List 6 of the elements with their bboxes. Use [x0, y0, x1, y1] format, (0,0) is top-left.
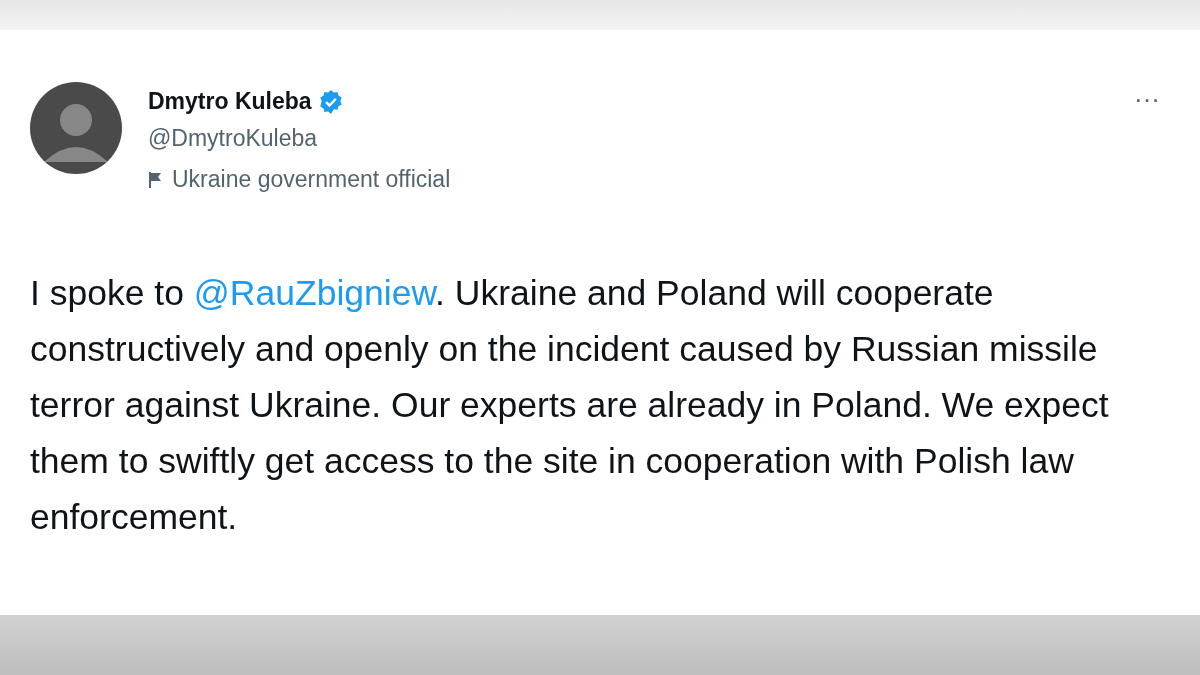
author-name[interactable]: Dmytro Kuleba: [148, 88, 312, 115]
more-menu-button[interactable]: ···: [1124, 84, 1170, 115]
account-label: Ukraine government official: [172, 166, 451, 193]
tweet-text: I spoke to @RauZbigniew. Ukraine and Poland will cooperate constructively and openly on the incident caused by Russian missile terror against Ukraine. Our experts are already in Poland. We expect them to swiftly get access to the site in cooperation with Polish law enforcement.: [30, 272, 1110, 539]
author-handle[interactable]: @DmytroKuleba: [148, 125, 1124, 152]
flag-icon: [148, 170, 162, 189]
